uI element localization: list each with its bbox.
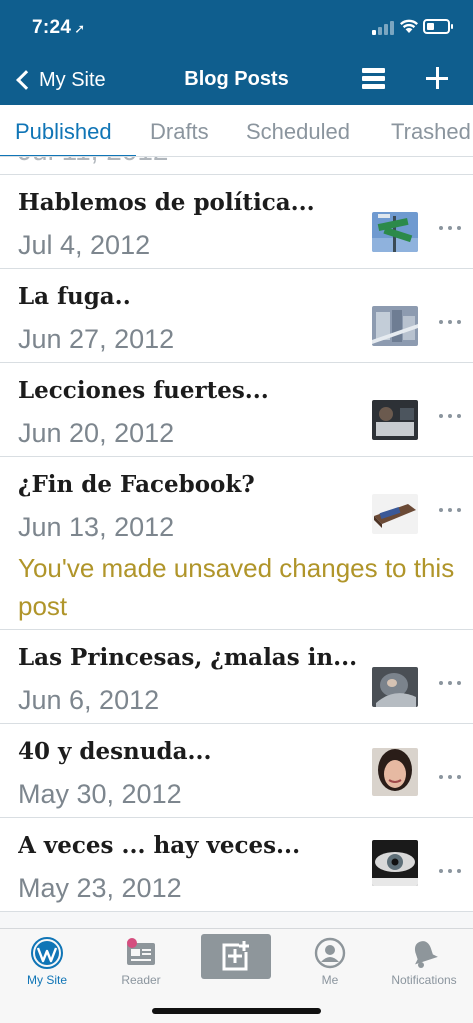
partially-visible-row: Jul 11, 2012: [0, 157, 473, 175]
location-icon: ➚: [74, 21, 86, 36]
chevron-left-icon: [16, 70, 36, 90]
post-thumbnail: [372, 400, 418, 440]
post-title: Hablemos de política...: [18, 189, 315, 216]
post-date: Jun 6, 2012: [18, 685, 160, 715]
post-row[interactable]: Lecciones fuertes... Jun 20, 2012: [0, 363, 473, 457]
post-date: Jun 27, 2012: [18, 324, 175, 354]
reader-unread-badge: [127, 938, 137, 948]
tab-published[interactable]: Published: [15, 119, 112, 145]
wifi-icon: [400, 19, 418, 33]
status-time-text: 7:24: [32, 17, 72, 38]
new-post-button[interactable]: [201, 934, 271, 979]
post-thumbnail: [372, 840, 418, 886]
post-thumbnail: [372, 494, 418, 534]
post-row[interactable]: La fuga.. Jun 27, 2012: [0, 269, 473, 363]
tab-notifications[interactable]: Notifications: [377, 933, 471, 993]
battery-icon: [423, 19, 453, 34]
bell-icon: [415, 941, 438, 968]
post-row[interactable]: A veces ... hay veces... May 23, 2012: [0, 818, 473, 912]
post-thumbnail: [372, 667, 418, 707]
home-indicator[interactable]: [152, 1008, 321, 1014]
reader-icon: [127, 938, 155, 965]
tab-trashed[interactable]: Trashed: [391, 119, 471, 145]
tab-reader-label: Reader: [121, 973, 161, 987]
post-more-options-button[interactable]: [436, 307, 466, 337]
wordpress-logo-icon: [31, 937, 63, 969]
post-date: Jun 13, 2012: [18, 512, 175, 542]
tab-me-label: Me: [321, 973, 339, 987]
list-view-toggle-icon[interactable]: [362, 68, 385, 90]
back-button[interactable]: My Site: [13, 64, 106, 96]
post-more-options-button[interactable]: [436, 213, 466, 243]
post-thumbnail: [372, 212, 418, 252]
add-post-button[interactable]: [424, 64, 450, 92]
top-bar: 7:24 ➚ My Site Blog Posts: [0, 0, 473, 105]
user-avatar-icon: [314, 937, 346, 969]
tab-reader[interactable]: Reader: [94, 933, 188, 993]
post-row[interactable]: Las Princesas, ¿malas in... Jun 6, 2012: [0, 630, 473, 724]
tab-scheduled[interactable]: Scheduled: [246, 119, 350, 145]
post-more-options-button[interactable]: [436, 856, 466, 886]
post-row[interactable]: ¿Fin de Facebook? Jun 13, 2012 You've ma…: [0, 457, 473, 630]
post-title: 40 y desnuda...: [18, 738, 212, 765]
cellular-signal-icon: [372, 21, 394, 35]
post-date: May 23, 2012: [18, 873, 182, 903]
post-date: Jun 20, 2012: [18, 418, 175, 448]
post-filter-tabs: Published Drafts Scheduled Trashed: [0, 105, 473, 157]
post-more-options-button[interactable]: [436, 668, 466, 698]
post-date: May 30, 2012: [18, 779, 182, 809]
tab-drafts[interactable]: Drafts: [150, 119, 209, 145]
post-title: Lecciones fuertes...: [18, 377, 269, 404]
post-list[interactable]: Jul 11, 2012 Hablemos de política... Jul…: [0, 157, 473, 928]
post-date: Jul 4, 2012: [18, 230, 151, 260]
status-time: 7:24 ➚: [32, 17, 85, 39]
unsaved-changes-notice: You've made unsaved changes to this post: [18, 553, 455, 621]
post-thumbnail: [372, 306, 418, 346]
post-title: A veces ... hay veces...: [18, 832, 301, 859]
post-row[interactable]: 40 y desnuda... May 30, 2012: [0, 724, 473, 818]
tab-my-site[interactable]: My Site: [0, 933, 94, 993]
post-more-options-button[interactable]: [436, 495, 466, 525]
post-title: La fuga..: [18, 283, 131, 310]
post-title: Las Princesas, ¿malas in...: [18, 644, 358, 671]
tab-my-site-label: My Site: [26, 973, 67, 987]
tab-me[interactable]: Me: [283, 933, 377, 993]
post-more-options-button[interactable]: [436, 762, 466, 792]
post-more-options-button[interactable]: [436, 401, 466, 431]
back-button-label: My Site: [39, 68, 106, 91]
new-post-icon: [222, 941, 249, 971]
tab-notifications-label: Notifications: [391, 973, 457, 987]
post-thumbnail: [372, 748, 418, 796]
post-row[interactable]: Hablemos de política... Jul 4, 2012: [0, 175, 473, 269]
post-title: ¿Fin de Facebook?: [18, 471, 255, 498]
